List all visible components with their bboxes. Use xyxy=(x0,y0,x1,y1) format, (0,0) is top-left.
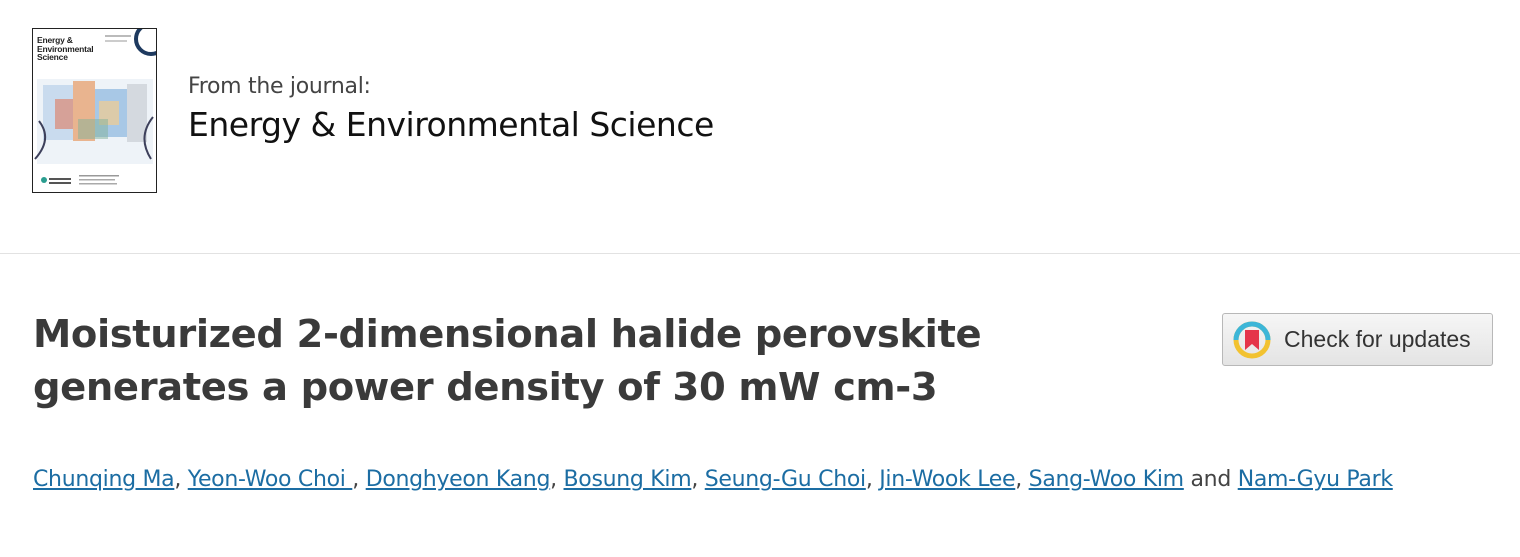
article-title-line: Moisturized 2-dimensional halide perovsk… xyxy=(33,312,982,357)
author-link[interactable]: Donghyeon Kang xyxy=(366,467,551,492)
cover-title: Energy & Environmental Science xyxy=(37,36,94,62)
author-separator: , xyxy=(1015,467,1029,492)
journal-header: Energy & Environmental Science From the … xyxy=(0,0,1520,254)
author-separator: , xyxy=(691,467,705,492)
author-link[interactable]: Nam-Gyu Park xyxy=(1238,467,1393,492)
author-separator: and xyxy=(1183,467,1238,492)
journal-name-link[interactable]: Energy & Environmental Science xyxy=(188,105,714,144)
journal-cover-image[interactable]: Energy & Environmental Science xyxy=(32,28,157,193)
journal-meta: From the journal: Energy & Environmental… xyxy=(188,74,714,144)
author-separator: , xyxy=(550,467,564,492)
check-for-updates-label: Check for updates xyxy=(1284,326,1471,352)
author-separator: , xyxy=(174,467,188,492)
cover-title-line: Science xyxy=(37,52,68,62)
author-list: Chunqing Ma, Yeon-Woo Choi , Donghyeon K… xyxy=(33,453,1493,506)
article-title-line: generates a power density of 30 mW cm-3 xyxy=(33,365,938,410)
author-link[interactable]: Bosung Kim xyxy=(564,467,692,492)
author-link[interactable]: Jin-Wook Lee xyxy=(879,467,1015,492)
author-link[interactable]: Yeon-Woo Choi xyxy=(188,467,353,492)
author-separator: , xyxy=(352,467,366,492)
article-title: Moisturized 2-dimensional halide perovsk… xyxy=(33,308,1033,414)
author-separator: , xyxy=(865,467,880,492)
author-link[interactable]: Sang-Woo Kim xyxy=(1029,467,1184,492)
check-for-updates-button[interactable]: Check for updates xyxy=(1222,313,1493,366)
author-link[interactable]: Seung-Gu Choi xyxy=(705,467,866,492)
author-link[interactable]: Chunqing Ma xyxy=(33,467,175,492)
crossmark-icon xyxy=(1233,321,1271,358)
from-journal-label: From the journal: xyxy=(188,74,371,99)
